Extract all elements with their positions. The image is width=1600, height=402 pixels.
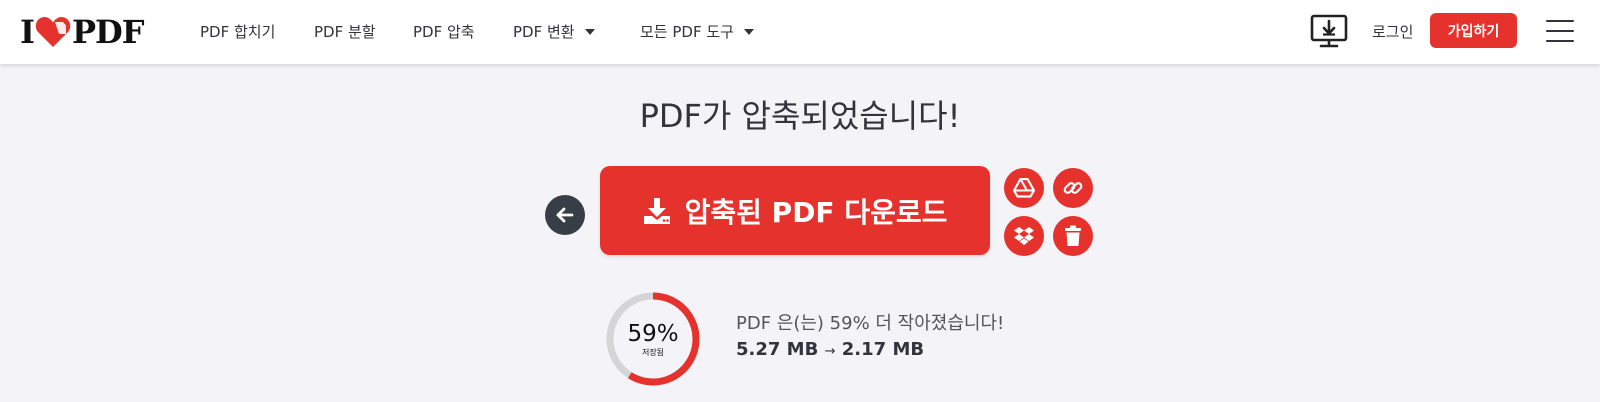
saved-label: 저장됨 <box>641 348 665 357</box>
ilovepdf-logo[interactable]: I PDF <box>20 14 144 50</box>
save-to-google-drive-button[interactable] <box>1004 168 1044 208</box>
nav-label: PDF 분할 <box>314 23 376 41</box>
logo-pdf-text: PDF <box>71 13 145 51</box>
back-button[interactable] <box>545 195 585 235</box>
savings-percent: 59% <box>627 321 679 347</box>
link-icon <box>1063 182 1083 194</box>
google-drive-icon <box>1013 178 1035 198</box>
nav-merge-pdf[interactable]: PDF 합치기 <box>200 20 275 44</box>
download-label: 압축된 PDF 다운로드 <box>684 195 948 229</box>
nav-all-pdf-tools[interactable]: 모든 PDF 도구 <box>640 20 754 44</box>
logo-heart-icon <box>35 17 71 47</box>
signup-button[interactable]: 가입하기 <box>1430 13 1517 48</box>
file-size-change: 5.27 MB → 2.17 MB <box>736 338 924 364</box>
nav-label: PDF 압축 <box>413 23 475 41</box>
arrow-left-icon <box>556 207 574 223</box>
nav-label: PDF 변환 <box>513 23 575 41</box>
size-before: 5.27 MB <box>736 339 819 360</box>
compression-result-message: PDF 은(는) 59% 더 작아졌습니다! <box>736 313 1005 334</box>
size-after: 2.17 MB <box>841 339 925 360</box>
login-link[interactable]: 로그인 <box>1372 20 1413 44</box>
trash-icon <box>1065 225 1081 246</box>
caret-down-icon <box>743 29 754 35</box>
nav-convert-pdf[interactable]: PDF 변환 <box>513 20 595 44</box>
save-to-dropbox-button[interactable] <box>1004 216 1044 256</box>
nav-compress-pdf[interactable]: PDF 압축 <box>413 20 475 44</box>
top-navbar: I PDF PDF 합치기 PDF 분할 PDF 압축 PDF 변환 모든 PD… <box>0 0 1600 64</box>
dropbox-icon <box>1014 227 1034 245</box>
download-compressed-pdf-button[interactable]: 압축된 PDF 다운로드 <box>600 166 990 255</box>
monitor-download-icon[interactable] <box>1310 14 1348 48</box>
hamburger-icon[interactable] <box>1546 20 1574 42</box>
nav-split-pdf[interactable]: PDF 분할 <box>314 20 376 44</box>
nav-label: PDF 합치기 <box>200 23 276 41</box>
download-icon <box>643 197 670 224</box>
copy-link-button[interactable] <box>1053 168 1093 208</box>
arrow-right-icon: → <box>824 344 836 359</box>
caret-down-icon <box>584 29 595 35</box>
logo-letter-i: I <box>20 13 35 51</box>
nav-label: 모든 PDF 도구 <box>640 23 734 41</box>
page-title: PDF가 압축되었습니다! <box>639 97 961 135</box>
delete-file-button[interactable] <box>1053 216 1093 256</box>
